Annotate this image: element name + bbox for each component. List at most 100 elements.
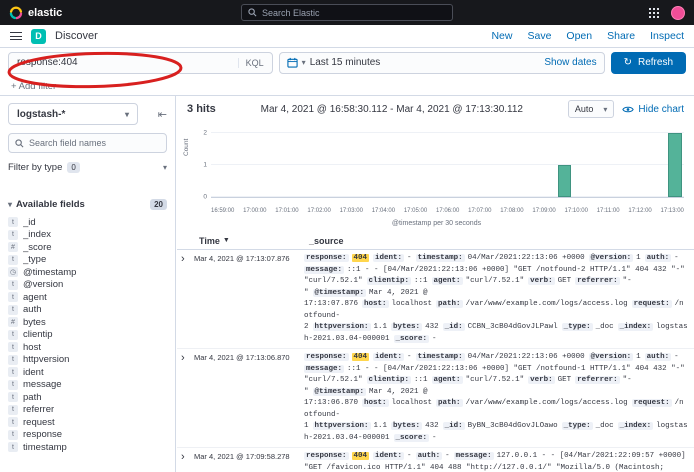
hide-chart-button[interactable]: Hide chart	[622, 104, 684, 115]
field-search-input[interactable]: Search field names	[8, 133, 167, 153]
field-value: -	[674, 353, 679, 361]
x-tick-label: 17:08:00	[500, 208, 523, 214]
field-value: _doc	[596, 422, 614, 430]
share-button[interactable]: Share	[607, 30, 635, 42]
number-field-type-icon: #	[8, 317, 18, 327]
field-value: -	[407, 452, 412, 460]
gridline	[211, 132, 684, 133]
elastic-logo	[9, 6, 23, 20]
inspect-button[interactable]: Inspect	[650, 30, 684, 42]
field-item-auth[interactable]: tauth	[8, 304, 167, 317]
doc-source-cell: response:404ident:-auth:-message:127.0.0…	[304, 451, 688, 472]
field-key: @timestamp:	[313, 289, 367, 297]
add-filter-button[interactable]: + Add filter	[11, 81, 56, 92]
field-key: response:	[304, 254, 349, 262]
field-item-request[interactable]: trequest	[8, 416, 167, 429]
collapse-sidebar-icon[interactable]: ⇤	[158, 108, 167, 121]
elastic-brand[interactable]: elastic	[9, 6, 62, 20]
main-content: 3 hits Mar 4, 2021 @ 16:58:30.112 - Mar …	[177, 96, 694, 472]
field-item-@version[interactable]: t@version	[8, 279, 167, 292]
field-item-response[interactable]: tresponse	[8, 429, 167, 442]
field-key: _id:	[443, 422, 465, 430]
field-name: ident	[23, 367, 44, 378]
field-item-agent[interactable]: tagent	[8, 291, 167, 304]
doc-table-body: ›Mar 4, 2021 @ 17:13:07.876response:404i…	[177, 250, 694, 472]
filter-by-type-label: Filter by type	[8, 162, 62, 173]
refresh-label: Refresh	[638, 57, 673, 68]
new-button[interactable]: New	[491, 30, 512, 42]
field-value: 04/Mar/2021:22:13:06 +0000	[468, 353, 585, 361]
chevron-down-icon: ▾	[163, 163, 167, 172]
field-key: @timestamp:	[313, 388, 367, 396]
expand-row-icon[interactable]: ›	[181, 253, 194, 345]
x-tick-label: 17:07:00	[468, 208, 491, 214]
calendar-icon	[287, 57, 298, 68]
menu-icon[interactable]	[10, 32, 22, 40]
expand-row-icon[interactable]: ›	[181, 352, 194, 444]
field-item-ident[interactable]: tident	[8, 366, 167, 379]
x-tick-label: 17:12:00	[628, 208, 651, 214]
field-value: 432	[425, 422, 439, 430]
available-fields-header[interactable]: ▾ Available fields 20	[8, 199, 167, 210]
field-item-_id[interactable]: t_id	[8, 216, 167, 229]
time-column-header[interactable]: Time ▼	[199, 236, 309, 246]
search-icon	[248, 8, 257, 17]
global-search-input[interactable]: Search Elastic	[241, 4, 453, 21]
field-key: timestamp:	[416, 353, 465, 361]
date-picker[interactable]: ▾ Last 15 minutes Show dates	[279, 52, 605, 74]
field-key: verb:	[528, 376, 555, 384]
show-dates-button[interactable]: Show dates	[544, 57, 596, 68]
field-item-httpversion[interactable]: thttpversion	[8, 354, 167, 367]
string-field-type-icon: t	[8, 405, 18, 415]
histogram-bar-17:13:00[interactable]	[668, 133, 681, 197]
field-key: request:	[632, 300, 672, 308]
string-field-type-icon: t	[8, 255, 18, 265]
x-tick-label: 17:01:00	[275, 208, 298, 214]
field-item-referrer[interactable]: t referrer	[8, 404, 167, 417]
x-tick-label: 17:09:00	[532, 208, 555, 214]
field-key: auth:	[416, 452, 443, 460]
doc-time-cell: Mar 4, 2021 @ 17:09:58.278	[194, 451, 304, 472]
field-item-clientip[interactable]: tclientip	[8, 329, 167, 342]
x-tick-label: 17:05:00	[404, 208, 427, 214]
expand-row-icon[interactable]: ›	[181, 451, 194, 472]
field-item-path[interactable]: tpath	[8, 391, 167, 404]
query-language-button[interactable]: KQL	[238, 58, 264, 68]
field-name: referrer	[23, 404, 54, 415]
field-name: bytes	[23, 317, 46, 328]
filter-by-type[interactable]: Filter by type 0 ▾	[8, 162, 167, 173]
field-item-message[interactable]: tmessage	[8, 379, 167, 392]
query-input[interactable]: response:404 KQL	[8, 52, 273, 74]
apps-grid-icon[interactable]	[649, 8, 659, 18]
field-item-timestamp[interactable]: ttimestamp	[8, 441, 167, 454]
field-item-bytes[interactable]: # bytes	[8, 316, 167, 329]
x-tick-label: 17:13:00	[661, 208, 684, 214]
time-range-label[interactable]: Last 15 minutes	[310, 57, 381, 68]
field-item-host[interactable]: thost	[8, 341, 167, 354]
interval-select[interactable]: Auto ▾	[568, 100, 615, 118]
open-button[interactable]: Open	[566, 30, 592, 42]
field-item-_index[interactable]: t_index	[8, 229, 167, 242]
histogram-bar-17:09:30[interactable]	[558, 165, 571, 197]
field-key: _score:	[394, 434, 430, 442]
string-field-type-icon: t	[8, 355, 18, 365]
user-avatar[interactable]	[671, 6, 685, 20]
field-name: _score	[23, 242, 52, 253]
field-value: /var/www/example.com/logs/access.log	[466, 399, 628, 407]
string-field-type-icon: t	[8, 342, 18, 352]
field-item-_type[interactable]: t_type	[8, 254, 167, 267]
field-key: ident:	[373, 254, 404, 262]
field-item-_score[interactable]: #_score	[8, 241, 167, 254]
doc-source-cell: response:404ident:-timestamp:04/Mar/2021…	[304, 352, 688, 444]
string-field-type-icon: t	[8, 417, 18, 427]
doc-table-header: Time ▼ _source	[177, 232, 694, 250]
field-key: path:	[436, 300, 463, 308]
string-field-type-icon: t	[8, 292, 18, 302]
field-item-@timestamp[interactable]: ◷@timestamp	[8, 266, 167, 279]
save-button[interactable]: Save	[527, 30, 551, 42]
discover-app-icon[interactable]: D	[31, 29, 46, 44]
index-pattern-select[interactable]: logstash-* ▾	[8, 103, 138, 125]
field-key: @version:	[589, 353, 634, 361]
refresh-button[interactable]: ↻ Refresh	[611, 52, 686, 74]
interval-value: Auto	[575, 104, 594, 114]
